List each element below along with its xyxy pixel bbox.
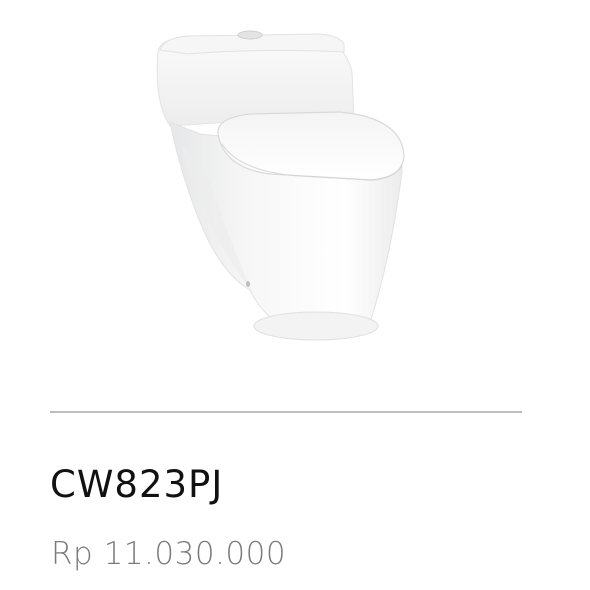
product-price: Rp 11.030.000: [51, 536, 287, 572]
divider: [50, 411, 522, 413]
product-name[interactable]: CW823PJ: [50, 466, 223, 503]
toilet-product-image[interactable]: [140, 22, 420, 342]
product-card[interactable]: CW823PJ Rp 11.030.000: [0, 0, 590, 590]
